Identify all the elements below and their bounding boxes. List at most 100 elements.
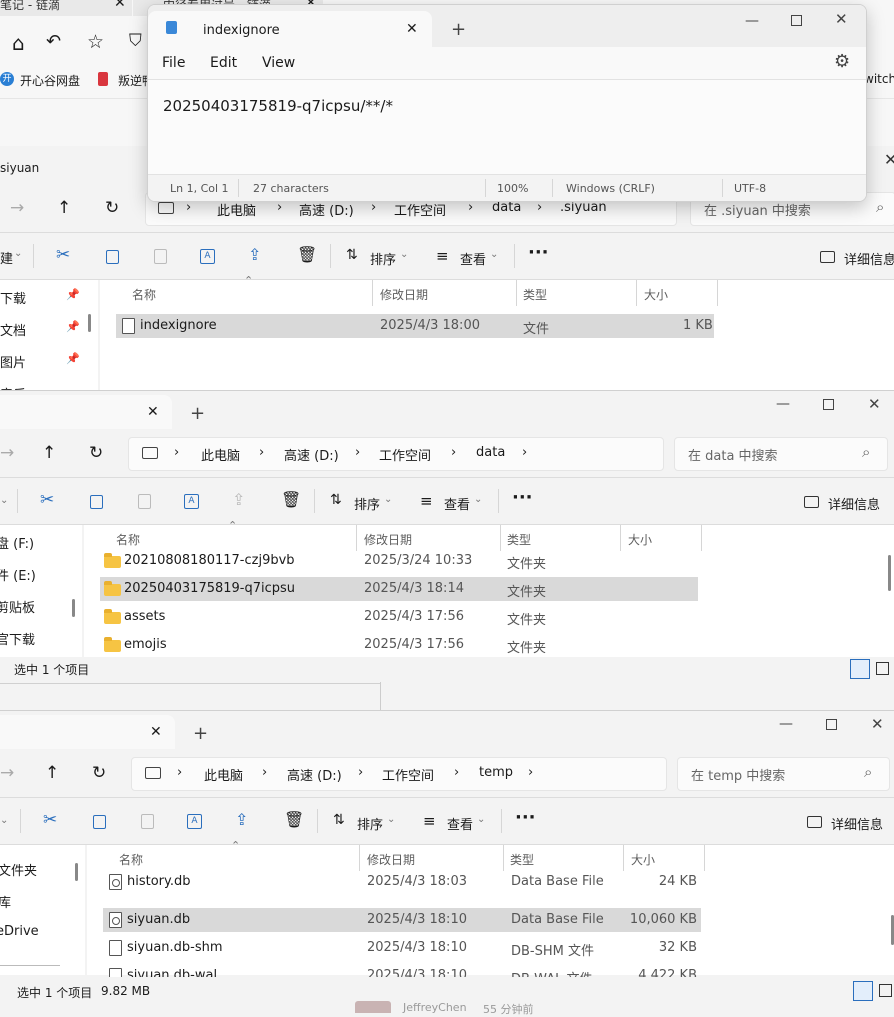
share-icon[interactable]: ⇪ — [235, 810, 248, 829]
column-header-type[interactable]: 类型 — [507, 531, 531, 548]
browser-tab-1[interactable]: 笔记 - 链滴 ✕ — [0, 0, 132, 16]
refresh-icon[interactable]: ↻ — [89, 443, 103, 463]
table-row[interactable]: siyuan.db 2025/4/3 18:10 Data Base File … — [103, 908, 701, 932]
search-input[interactable]: 在 temp 中搜索 ⌕ — [677, 757, 890, 791]
tiles-view-icon[interactable] — [879, 984, 892, 997]
sidebar-item-downloads[interactable]: 下载 — [0, 288, 26, 307]
maximize-icon[interactable] — [823, 399, 834, 410]
gear-icon[interactable]: ⚙ — [834, 51, 850, 72]
close-icon[interactable]: ✕ — [114, 0, 126, 11]
column-header-name[interactable]: 名称 — [116, 531, 140, 548]
forward-icon[interactable]: → — [0, 443, 14, 463]
minimize-icon[interactable]: — — [745, 13, 759, 29]
star-icon[interactable]: ☆ — [87, 31, 104, 53]
table-row[interactable]: indexignore 2025/4/3 18:00 文件 1 KB — [116, 314, 714, 338]
details-button[interactable]: 详细信息 — [828, 494, 880, 513]
sidebar-item-documents[interactable]: 文档 — [0, 320, 26, 339]
rename-icon[interactable]: A — [184, 494, 199, 509]
table-row[interactable]: 20210808180117-czj9bvb 2025/3/24 10:33 文… — [100, 549, 698, 573]
close-icon[interactable]: ✕ — [884, 150, 894, 169]
breadcrumb-item[interactable]: 工作空间 — [382, 765, 434, 784]
refresh-icon[interactable]: ↻ — [105, 198, 119, 218]
table-row[interactable]: siyuan.db-shm 2025/4/3 18:10 DB-SHM 文件 3… — [103, 936, 701, 960]
sidebar-item-folder[interactable]: 文件夹 — [0, 860, 37, 879]
delete-icon[interactable]: 🗑 — [297, 245, 317, 264]
editor-area[interactable]: 20250403175819-q7icpsu/**/* — [148, 80, 866, 174]
up-icon[interactable]: ↑ — [45, 763, 59, 783]
rename-icon[interactable]: A — [187, 814, 202, 829]
close-icon[interactable]: ✕ — [868, 395, 881, 413]
table-row[interactable]: emojis 2025/4/3 17:56 文件夹 — [100, 633, 698, 657]
forward-icon[interactable]: → — [10, 198, 24, 218]
column-header-type[interactable]: 类型 — [523, 286, 547, 303]
sort-button[interactable]: 排序 — [370, 249, 396, 268]
sort-button[interactable]: 排序 — [354, 494, 380, 513]
delete-icon[interactable]: 🗑 — [281, 490, 301, 509]
sidebar-item-pictures[interactable]: 图片 — [0, 352, 26, 371]
home-icon[interactable]: ⌂ — [12, 31, 25, 55]
paste-icon[interactable] — [141, 814, 154, 829]
menu-view[interactable]: View — [262, 55, 295, 71]
sidebar-item-drive-f[interactable]: 盘 (F:) — [0, 533, 34, 552]
shield-icon[interactable]: ⛉ — [129, 31, 142, 51]
column-header-date[interactable]: 修改日期 — [380, 286, 428, 303]
paste-icon[interactable] — [154, 249, 167, 264]
breadcrumb-item[interactable]: .siyuan — [560, 200, 607, 215]
new-button[interactable]: 建 — [0, 248, 13, 267]
column-header-size[interactable]: 大小 — [628, 531, 652, 548]
table-row[interactable]: assets 2025/4/3 17:56 文件夹 — [100, 605, 698, 629]
column-header-size[interactable]: 大小 — [644, 286, 668, 303]
more-icon[interactable]: ··· — [515, 807, 536, 828]
cut-icon[interactable]: ✂ — [43, 810, 57, 830]
delete-icon[interactable]: 🗑 — [284, 810, 304, 829]
up-icon[interactable]: ↑ — [57, 198, 71, 218]
close-icon[interactable]: ✕ — [150, 724, 162, 740]
menu-edit[interactable]: Edit — [210, 55, 237, 71]
cut-icon[interactable]: ✂ — [56, 245, 70, 265]
up-icon[interactable]: ↑ — [42, 443, 56, 463]
sidebar-item-library[interactable]: 库 — [0, 892, 11, 911]
bookmark-right[interactable]: witch — [864, 72, 894, 86]
cut-icon[interactable]: ✂ — [40, 490, 54, 510]
scrollbar[interactable] — [888, 555, 891, 591]
maximize-icon[interactable] — [826, 719, 837, 730]
more-icon[interactable]: ··· — [512, 487, 533, 508]
details-button[interactable]: 详细信息 — [831, 814, 883, 833]
details-view-icon[interactable] — [853, 981, 873, 1001]
forward-icon[interactable]: → — [0, 763, 14, 783]
menu-file[interactable]: File — [162, 55, 185, 71]
copy-icon[interactable] — [90, 495, 103, 509]
share-icon[interactable]: ⇪ — [248, 245, 261, 264]
table-row[interactable]: 20250403175819-q7icpsu 2025/4/3 18:14 文件… — [100, 577, 698, 601]
breadcrumb-item[interactable]: 工作空间 — [379, 445, 431, 464]
close-icon[interactable]: ✕ — [871, 715, 884, 733]
rename-icon[interactable]: A — [200, 249, 215, 264]
breadcrumb-item[interactable]: 工作空间 — [394, 200, 446, 219]
tiles-view-icon[interactable] — [876, 662, 889, 675]
view-button[interactable]: 查看 — [447, 814, 473, 833]
status-zoom[interactable]: 100% — [497, 182, 528, 195]
breadcrumb-item[interactable]: temp — [479, 765, 513, 780]
table-row[interactable]: history.db 2025/4/3 18:03 Data Base File… — [103, 870, 701, 894]
sidebar-item-downloads[interactable]: 官下载 — [0, 629, 35, 648]
more-icon[interactable]: ··· — [528, 242, 549, 263]
minimize-icon[interactable]: — — [779, 716, 793, 732]
sidebar-item-clipboard[interactable]: 剪贴板 — [0, 597, 35, 616]
new-tab-icon[interactable]: + — [451, 19, 466, 40]
scrollbar[interactable] — [72, 599, 75, 617]
maximize-icon[interactable] — [791, 15, 802, 26]
sidebar-item-onedrive[interactable]: eDrive — [0, 924, 39, 939]
breadcrumb-item[interactable]: 高速 (D:) — [287, 765, 342, 784]
new-tab-icon[interactable]: + — [190, 403, 205, 424]
close-icon[interactable]: ✕ — [835, 10, 848, 28]
undo-icon[interactable]: ↶ — [46, 31, 61, 52]
sidebar-item-drive-e[interactable]: 件 (E:) — [0, 565, 36, 584]
breadcrumb-item[interactable]: 此电脑 — [201, 445, 240, 464]
address-bar[interactable]: › 此电脑 › 高速 (D:) › 工作空间 › temp › — [131, 757, 667, 791]
new-tab-icon[interactable]: + — [193, 723, 208, 744]
minimize-icon[interactable]: — — [776, 396, 790, 412]
details-button[interactable]: 详细信息 — [844, 249, 894, 268]
details-view-icon[interactable] — [850, 659, 870, 679]
column-header-name[interactable]: 名称 — [119, 851, 143, 868]
close-icon[interactable]: ✕ — [406, 21, 418, 37]
